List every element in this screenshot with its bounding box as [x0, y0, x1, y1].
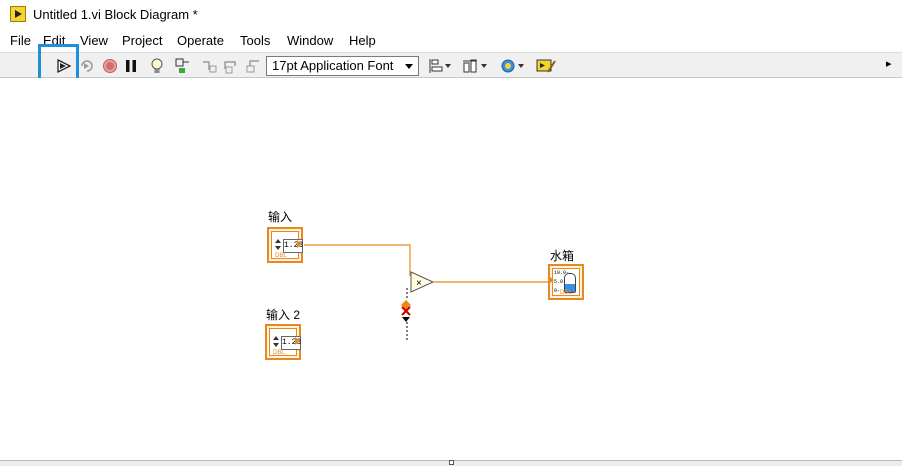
abort-icon[interactable] — [101, 57, 119, 75]
labview-vi-icon — [10, 6, 26, 22]
menu-window[interactable]: Window — [287, 33, 333, 48]
window-title: Untitled 1.vi Block Diagram * — [33, 7, 198, 22]
output-terminal-icon — [297, 240, 302, 248]
menu-project[interactable]: Project — [122, 33, 162, 48]
numeric-control-2[interactable]: 1.23 DBL — [265, 324, 301, 360]
dbl-tag: DBL — [273, 350, 285, 356]
multiply-icon: × — [416, 278, 422, 289]
menu-tools[interactable]: Tools — [240, 33, 270, 48]
dbl-tag: DBL — [560, 290, 572, 296]
font-selector[interactable]: 17pt Application Font — [266, 56, 419, 76]
toolbar-overflow-icon[interactable]: ▸ — [886, 57, 892, 70]
block-diagram-canvas[interactable] — [0, 78, 902, 460]
toolbar: ▸ — [0, 52, 902, 78]
dbl-tag: DBL — [275, 253, 287, 259]
highlight-execution-icon[interactable] — [148, 57, 166, 75]
pause-icon[interactable] — [122, 57, 140, 75]
step-out-icon[interactable] — [244, 57, 262, 75]
menu-operate[interactable]: Operate — [177, 33, 224, 48]
reorder-icon[interactable] — [500, 57, 526, 75]
step-into-icon[interactable] — [200, 57, 218, 75]
menu-help[interactable]: Help — [349, 33, 376, 48]
chevron-down-icon — [405, 64, 413, 69]
run-continuously-icon[interactable] — [78, 57, 96, 75]
control1-label[interactable]: 输入 — [268, 208, 292, 225]
menu-file[interactable]: File — [10, 33, 31, 48]
window-bottom-edge — [0, 460, 902, 466]
align-objects-icon[interactable] — [428, 57, 452, 75]
menu-bar: File Edit View Project Operate Tools Win… — [0, 30, 902, 52]
resize-handle-icon[interactable] — [449, 460, 454, 465]
distribute-objects-icon[interactable] — [462, 57, 488, 75]
broken-wire-icon[interactable] — [400, 300, 412, 324]
step-over-icon[interactable] — [222, 57, 240, 75]
control2-label[interactable]: 输入 2 — [266, 306, 300, 323]
spinner-icon — [275, 239, 282, 251]
font-selector-value: 17pt Application Font — [272, 58, 394, 73]
menu-view[interactable]: View — [80, 33, 108, 48]
retain-wire-values-icon[interactable] — [174, 57, 192, 75]
multiply-node[interactable]: × — [410, 271, 434, 293]
spinner-icon — [273, 336, 280, 348]
indicator-label[interactable]: 水箱 — [550, 247, 574, 264]
tank-indicator[interactable]: 10.0- 5.0- 0- DBL — [548, 264, 584, 300]
numeric-control-1[interactable]: 1.23 DBL — [267, 227, 303, 263]
cleanup-diagram-icon[interactable] — [535, 57, 557, 75]
input-terminal-icon — [549, 276, 554, 284]
title-bar: Untitled 1.vi Block Diagram * — [0, 0, 902, 30]
output-terminal-icon — [295, 337, 300, 345]
